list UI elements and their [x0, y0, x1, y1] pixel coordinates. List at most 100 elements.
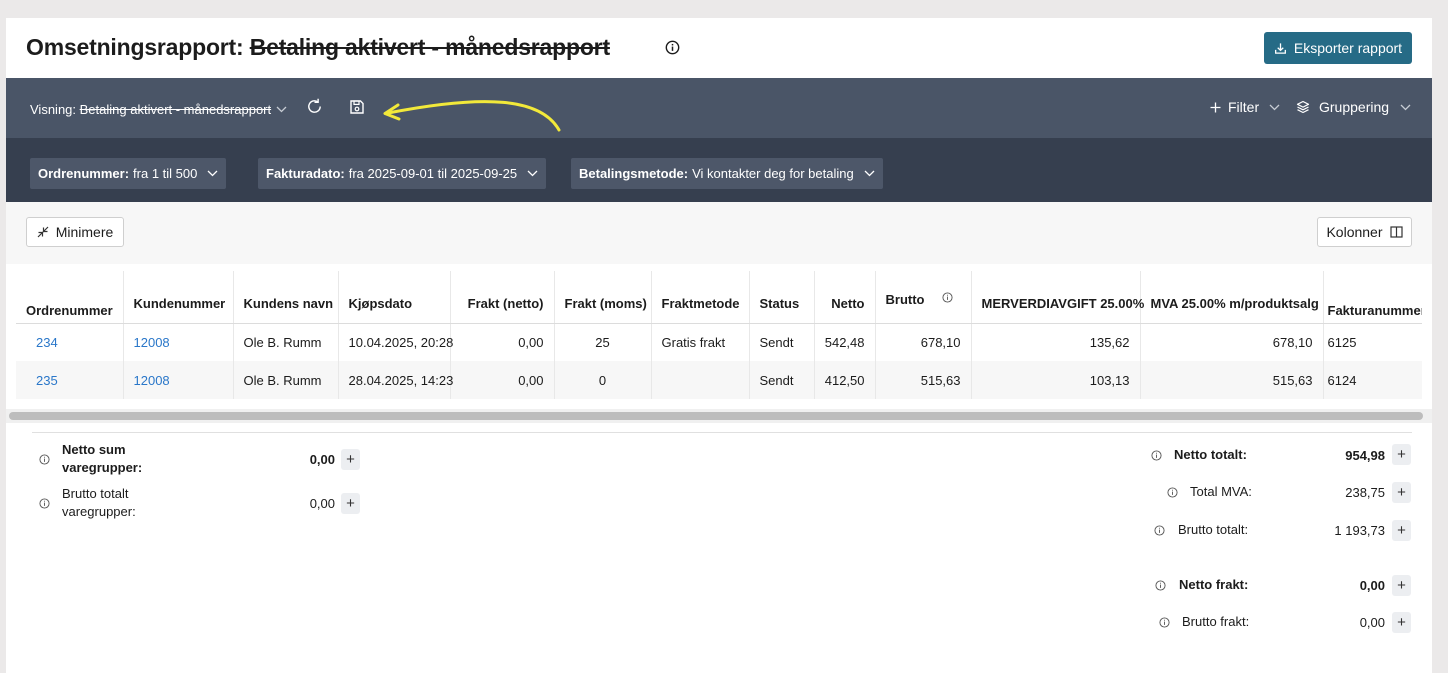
view-bar: Visning: Betaling aktivert - månedsrappo… — [6, 78, 1432, 138]
chevron-down-icon — [864, 170, 875, 177]
filter-chip-key: Fakturadato: — [266, 166, 345, 181]
cell-kundenummer[interactable]: 12008 — [122, 361, 233, 399]
column-header-merverdiavgift[interactable]: MERVERDIAVGIFT 25.00% — [970, 271, 1144, 324]
column-header-mva-produktsalg[interactable]: MVA 25.00% m/produktsalg — [1139, 271, 1323, 324]
minimize-button[interactable]: Minimere — [26, 217, 124, 247]
grouping-label: Gruppering — [1319, 99, 1390, 115]
cell-brutto: 678,10 — [874, 323, 971, 361]
page-title: Omsetningsrapport: Betaling aktivert - m… — [26, 34, 610, 61]
cell-kundens-navn: Ole B. Rumm — [232, 323, 338, 361]
cell-frakt-netto: 0,00 — [449, 361, 554, 399]
brutto-totalt-label: Brutto totalt: — [1178, 522, 1249, 537]
column-header-fakturanummer[interactable]: Fakturanummer — [1322, 271, 1422, 324]
filter-chip-value: fra 2025-09-01 til 2025-09-25 — [348, 166, 518, 181]
report-table-container: Ordrenummer Kundenummer Kundens navn Kjø… — [16, 271, 1422, 399]
info-icon[interactable] — [1154, 525, 1165, 536]
filter-chip-betalingsmetode[interactable]: Betalingsmetode: Vi kontakter deg for be… — [571, 158, 883, 189]
table-row: 235 12008 Ole B. Rumm 28.04.2025, 14:23 … — [16, 361, 1422, 399]
cell-ordrenummer[interactable]: 235 — [16, 361, 123, 399]
columns-icon — [1389, 226, 1403, 238]
filter-chip-fakturadato[interactable]: Fakturadato: fra 2025-09-01 til 2025-09-… — [258, 158, 547, 189]
page-header: Omsetningsrapport: Betaling aktivert - m… — [6, 18, 1432, 78]
info-icon[interactable] — [1167, 487, 1178, 498]
cell-frakt-netto: 0,00 — [449, 323, 554, 361]
column-header-kundens-navn[interactable]: Kundens navn — [232, 271, 338, 324]
expand-netto-totalt-button[interactable]: + — [1392, 444, 1411, 465]
filter-button[interactable]: Filter — [1210, 99, 1280, 115]
column-header-frakt-netto[interactable]: Frakt (netto) — [449, 271, 554, 324]
chevron-down-icon[interactable] — [276, 106, 287, 113]
info-icon[interactable] — [1151, 450, 1162, 461]
column-header-frakt-moms[interactable]: Frakt (moms) — [553, 271, 651, 324]
cell-frakt-moms: 25 — [553, 323, 651, 361]
column-header-kundenummer[interactable]: Kundenummer — [122, 271, 233, 324]
cell-kundenummer[interactable]: 12008 — [122, 323, 233, 361]
cell-frakt-moms: 0 — [553, 361, 651, 399]
expand-brutto-totalt-button[interactable]: + — [1392, 520, 1411, 541]
cell-kjopsdato: 10.04.2025, 20:28 — [337, 323, 453, 361]
filter-label: Filter — [1228, 99, 1260, 115]
column-header-fraktmetode[interactable]: Fraktmetode — [650, 271, 749, 324]
columns-button[interactable]: Kolonner — [1317, 217, 1412, 247]
layers-icon — [1296, 100, 1310, 114]
expand-brutto-varegrupper-button[interactable]: + — [341, 493, 360, 514]
columns-label: Kolonner — [1326, 224, 1383, 240]
right-summary: Netto totalt: 954,98 + Total MVA: 238,75… — [1106, 438, 1432, 638]
column-header-status[interactable]: Status — [748, 271, 814, 324]
report-table: Ordrenummer Kundenummer Kundens navn Kjø… — [16, 271, 1422, 399]
table-toolbar: Minimere Kolonner — [6, 202, 1432, 264]
chevron-down-icon — [1400, 104, 1411, 110]
filter-bar: Ordrenummer: fra 1 til 500 Fakturadato: … — [6, 138, 1432, 202]
refresh-icon[interactable] — [305, 97, 324, 116]
cell-netto: 412,50 — [813, 361, 875, 399]
view-prefix: Visning: — [30, 102, 77, 117]
total-mva-value: 238,75 — [1345, 485, 1385, 500]
brutto-frakt-label: Brutto frakt: — [1182, 614, 1250, 629]
minimize-icon — [37, 226, 49, 238]
expand-total-mva-button[interactable]: + — [1392, 482, 1411, 503]
save-icon[interactable] — [349, 99, 365, 115]
minimize-label: Minimere — [55, 224, 114, 240]
export-report-label: Eksporter rapport — [1293, 40, 1403, 56]
cell-fakturanummer: 6125 — [1322, 323, 1422, 361]
expand-netto-varegrupper-button[interactable]: + — [341, 449, 360, 470]
filter-chip-key: Ordrenummer: — [38, 166, 130, 181]
cell-kjopsdato: 28.04.2025, 14:23 — [337, 361, 453, 399]
info-icon[interactable] — [39, 498, 50, 509]
netto-sum-varegrupper-label: Netto sum varegrupper: — [62, 442, 143, 475]
column-header-netto[interactable]: Netto — [813, 271, 875, 324]
info-icon[interactable] — [665, 40, 680, 55]
filter-chip-value: Vi kontakter deg for betaling — [692, 166, 854, 181]
column-header-kjopsdato[interactable]: Kjøpsdato — [337, 271, 450, 324]
cell-ordrenummer[interactable]: 234 — [16, 323, 123, 361]
filter-chip-ordrenummer[interactable]: Ordrenummer: fra 1 til 500 — [30, 158, 227, 189]
netto-frakt-label: Netto frakt: — [1179, 577, 1249, 592]
divider — [32, 432, 1412, 433]
cell-fraktmetode: Gratis frakt — [650, 323, 749, 361]
info-icon[interactable] — [1155, 580, 1166, 591]
expand-netto-frakt-button[interactable]: + — [1392, 575, 1411, 596]
plus-icon — [1210, 102, 1221, 112]
cell-merverdiavgift: 103,13 — [970, 361, 1140, 399]
cell-mva-produktsalg: 515,63 — [1139, 361, 1323, 399]
chevron-down-icon — [207, 170, 218, 177]
cell-fraktmetode — [650, 361, 749, 399]
expand-brutto-frakt-button[interactable]: + — [1392, 612, 1411, 633]
export-report-button[interactable]: Eksporter rapport — [1264, 32, 1412, 64]
horizontal-scrollbar[interactable] — [6, 409, 1432, 423]
download-icon — [1274, 42, 1286, 54]
column-header-ordrenummer[interactable]: Ordrenummer — [16, 271, 123, 324]
view-selector[interactable]: Visning: Betaling aktivert - månedsrappo… — [30, 102, 271, 117]
table-header-row: Ordrenummer Kundenummer Kundens navn Kjø… — [16, 271, 1422, 324]
page-title-prefix: Omsetningsrapport: — [26, 34, 244, 60]
info-icon[interactable] — [1159, 617, 1170, 628]
column-header-brutto[interactable]: Brutto — [874, 271, 971, 324]
brutto-totalt-varegrupper-label: Brutto totalt varegrupper: — [62, 486, 136, 519]
scrollbar-thumb[interactable] — [9, 412, 1423, 420]
annotation-arrow-icon — [383, 100, 561, 132]
info-icon[interactable] — [942, 291, 953, 303]
filter-chip-key: Betalingsmetode: — [579, 166, 689, 181]
filter-chip-value: fra 1 til 500 — [133, 166, 198, 181]
info-icon[interactable] — [39, 454, 50, 465]
grouping-button[interactable]: Gruppering — [1296, 99, 1411, 115]
